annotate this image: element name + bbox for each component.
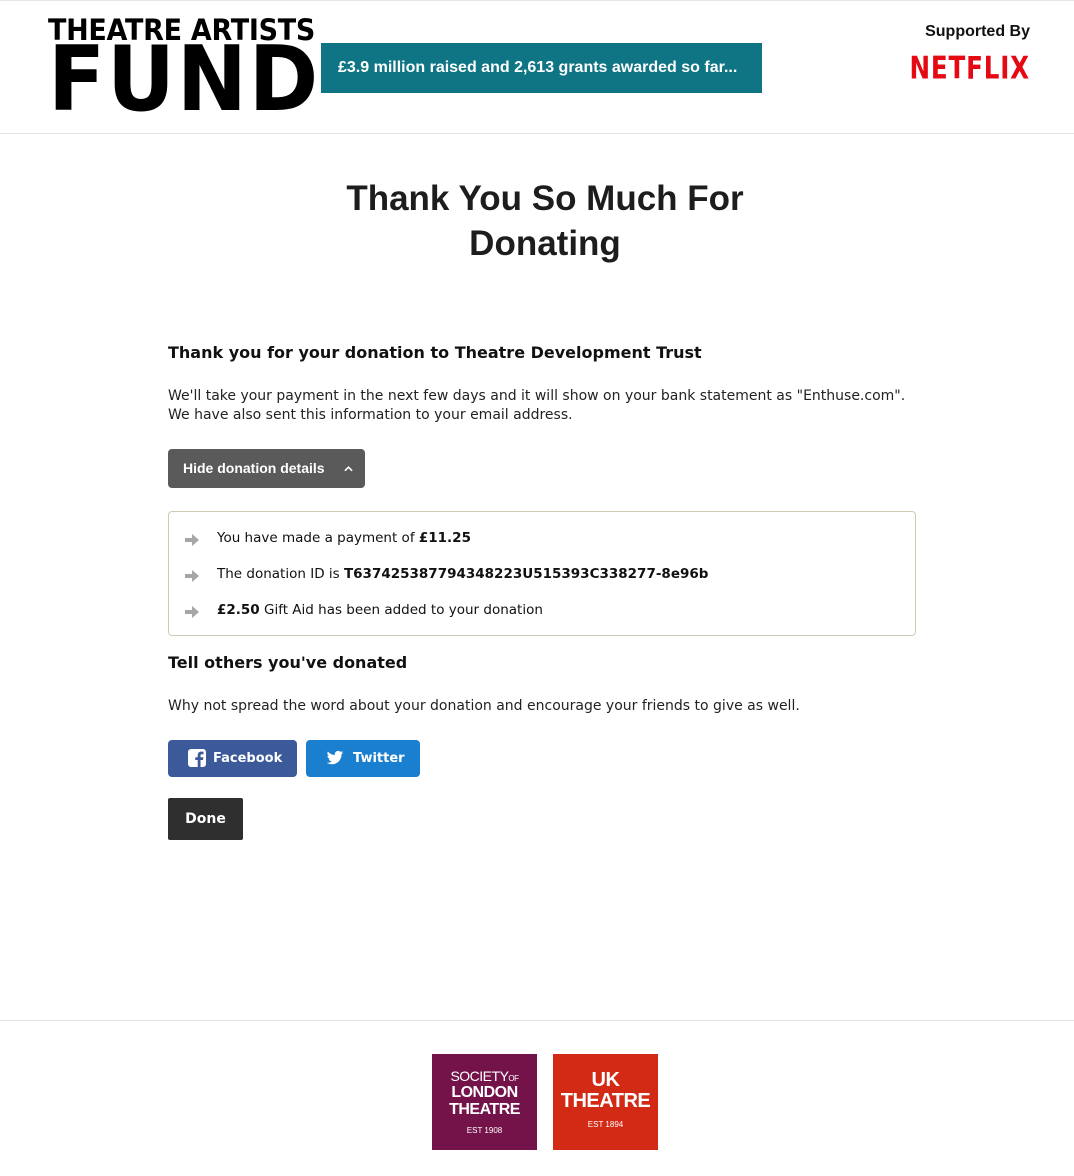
solt-line-2: LONDON <box>451 1084 518 1101</box>
hide-donation-details-button[interactable]: Hide donation details <box>168 449 365 488</box>
facebook-label: Facebook <box>213 751 283 766</box>
twitter-share-button[interactable]: Twitter <box>306 740 420 777</box>
payment-amount: £11.25 <box>418 530 471 546</box>
solt-line-3: THEATRE <box>449 1101 520 1118</box>
ukt-line-2: THEATRE <box>560 1090 651 1112</box>
gift-aid-detail-text: £2.50 Gift Aid has been added to your do… <box>217 600 543 620</box>
page-title: Thank You So Much For Donating <box>0 176 1074 266</box>
solt-of-text: OF <box>508 1074 519 1083</box>
chevron-up-icon <box>344 466 353 472</box>
donation-id-detail-text: The donation ID is T637425387794348223U5… <box>217 564 708 584</box>
solt-established: EST 1908 <box>466 1126 503 1135</box>
thanks-line-1: We'll take your payment in the next few … <box>168 388 906 404</box>
gift-aid-suffix: Gift Aid has been added to your donation <box>259 602 543 618</box>
theatre-artists-fund-logo[interactable]: THEATRE ARTISTS FUND <box>48 15 321 132</box>
thanks-message: We'll take your payment in the next few … <box>168 387 916 425</box>
logo-line-2: FUND <box>48 27 321 132</box>
facebook-share-button[interactable]: Facebook <box>168 740 297 777</box>
page-title-line-1: Thank You So Much For <box>346 179 744 218</box>
thanks-heading: Thank you for your donation to Theatre D… <box>168 343 702 362</box>
solt-society-text: SOCIETY <box>450 1068 509 1084</box>
payment-detail-text: You have made a payment of £11.25 <box>217 528 471 548</box>
share-message: Why not spread the word about your donat… <box>168 698 800 714</box>
facebook-icon <box>188 749 206 767</box>
twitter-icon <box>326 750 344 765</box>
share-heading: Tell others you've donated <box>168 653 408 672</box>
arrow-right-icon <box>185 570 199 582</box>
arrow-right-icon <box>185 534 199 546</box>
donation-id-prefix: The donation ID is <box>217 566 344 582</box>
done-button[interactable]: Done <box>168 798 243 840</box>
site-footer: SOCIETYOF LONDON THEATRE EST 1908 UK THE… <box>0 1020 1074 1176</box>
donation-details-panel: You have made a payment of £11.25 The do… <box>168 511 916 636</box>
donation-id-value: T637425387794348223U515393C338277-8e96b <box>343 566 709 582</box>
gift-aid-amount: £2.50 <box>217 602 260 618</box>
uk-theatre-logo[interactable]: UK THEATRE EST 1894 <box>553 1054 658 1150</box>
sponsor-block: Supported By NETFLIX <box>883 23 1030 87</box>
solt-line-1: SOCIETYOF <box>432 1068 537 1084</box>
netflix-logo[interactable]: NETFLIX <box>909 50 1030 87</box>
society-of-london-theatre-logo[interactable]: SOCIETYOF LONDON THEATRE EST 1908 <box>432 1054 537 1150</box>
payment-prefix: You have made a payment of <box>217 530 419 546</box>
page-title-line-2: Donating <box>469 224 621 263</box>
site-header: THEATRE ARTISTS FUND £3.9 million raised… <box>0 0 1074 134</box>
thanks-line-2: We have also sent this information to yo… <box>168 407 573 423</box>
ukt-line-1: UK <box>591 1069 620 1091</box>
supported-by-label: Supported By <box>925 23 1030 40</box>
hide-donation-details-label: Hide donation details <box>183 460 325 476</box>
fundraising-banner: £3.9 million raised and 2,613 grants awa… <box>321 43 762 93</box>
twitter-label: Twitter <box>353 751 405 766</box>
ukt-established: EST 1894 <box>587 1120 624 1129</box>
arrow-right-icon <box>185 606 199 618</box>
